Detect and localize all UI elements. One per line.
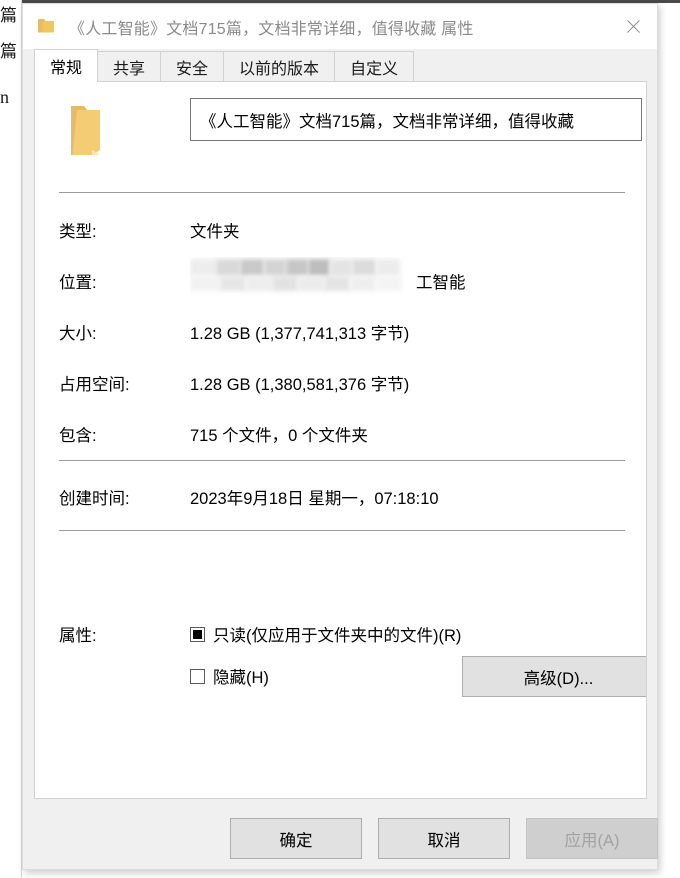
row-label: 创建时间: — [59, 490, 130, 508]
row-value: 1.28 GB (1,380,581,376 字节) — [190, 376, 410, 394]
location-visible-tail: 工智能 — [416, 274, 466, 292]
row-label: 大小: — [59, 325, 97, 343]
close-icon — [625, 18, 642, 35]
close-button[interactable] — [609, 4, 657, 49]
section-divider — [59, 530, 625, 531]
background-text-fragment: n — [0, 87, 9, 107]
row-label: 类型: — [59, 223, 97, 241]
hidden-checkbox-label: 隐藏(H) — [213, 669, 269, 687]
row-type: 类型: 文件夹 — [35, 218, 646, 252]
tab-sharing[interactable]: 共享 — [97, 51, 162, 82]
attributes-label: 属性: — [59, 627, 97, 645]
checkbox-indeterminate-icon — [190, 626, 205, 642]
folder-name-row — [35, 82, 646, 192]
title-bar: 《人工智能》文档715篇，文档非常详细，值得收藏 属性 — [23, 4, 657, 49]
row-contains: 包含: 715 个文件，0 个文件夹 — [35, 422, 646, 456]
folder-icon — [37, 18, 55, 36]
redacted-path-mask — [190, 257, 420, 299]
row-location: 位置: 工智能 — [35, 259, 646, 303]
tab-general[interactable]: 常规 — [34, 49, 99, 82]
background-window-left-strip: 篇 篇 n — [0, 0, 22, 878]
tab-security[interactable]: 安全 — [160, 51, 225, 82]
section-divider — [59, 460, 625, 461]
row-value: 文件夹 — [190, 223, 240, 241]
dialog-title: 《人工智能》文档715篇，文档非常详细，值得收藏 属性 — [69, 20, 474, 38]
row-size-on-disk: 占用空间: 1.28 GB (1,380,581,376 字节) — [35, 371, 646, 405]
row-label: 占用空间: — [59, 376, 130, 394]
readonly-checkbox-row[interactable]: 只读(仅应用于文件夹中的文件)(R) — [190, 622, 461, 646]
tab-previous-versions[interactable]: 以前的版本 — [223, 51, 336, 82]
general-tab-panel: 类型: 文件夹 位置: — [34, 81, 647, 799]
row-label: 位置: — [59, 274, 97, 292]
advanced-button[interactable]: 高级(D)... — [462, 656, 646, 697]
row-value: 715 个文件，0 个文件夹 — [190, 427, 368, 445]
readonly-checkbox-label: 只读(仅应用于文件夹中的文件)(R) — [213, 627, 462, 645]
checkbox-unchecked-icon — [190, 668, 205, 684]
cancel-button[interactable]: 取消 — [378, 818, 510, 859]
row-size: 大小: 1.28 GB (1,377,741,313 字节) — [35, 320, 646, 354]
folder-icon — [63, 104, 105, 161]
ok-button[interactable]: 确定 — [230, 818, 362, 859]
background-text-fragment: 篇 — [0, 6, 17, 26]
apply-button[interactable]: 应用(A) — [526, 818, 658, 859]
dialog-footer: 确定 取消 应用(A) — [23, 809, 659, 871]
tab-customize[interactable]: 自定义 — [334, 51, 415, 82]
folder-name-input[interactable] — [190, 98, 642, 141]
background-text-fragment: 篇 — [0, 42, 17, 62]
row-value: 2023年9月18日 星期一，07:18:10 — [190, 490, 439, 508]
tab-strip: 常规 共享 安全 以前的版本 自定义 — [23, 49, 659, 82]
hidden-checkbox-row[interactable]: 隐藏(H) — [190, 664, 269, 688]
section-divider — [59, 192, 625, 193]
row-created: 创建时间: 2023年9月18日 星期一，07:18:10 — [35, 485, 646, 519]
row-label: 包含: — [59, 427, 97, 445]
row-value: 1.28 GB (1,377,741,313 字节) — [190, 325, 410, 343]
properties-dialog: 《人工智能》文档715篇，文档非常详细，值得收藏 属性 常规 共享 安全 以前的… — [22, 3, 658, 870]
